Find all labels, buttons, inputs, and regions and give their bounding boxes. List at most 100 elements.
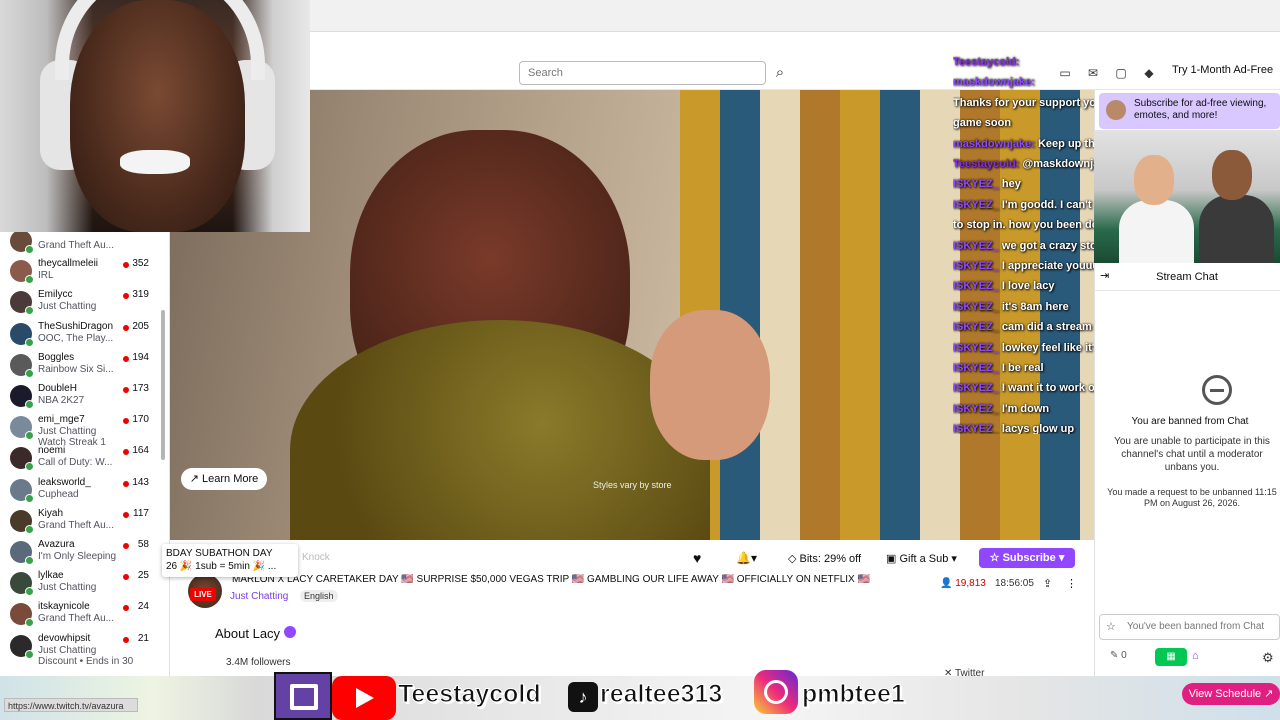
sidebar-channel[interactable]: Emilycc Just Chatting 319 — [0, 287, 165, 318]
chat-username: ISKYEZ_ — [953, 423, 999, 434]
live-dot-icon — [25, 649, 34, 659]
live-dot-icon — [25, 337, 34, 347]
chat-message: I'm goodd. I can't stay long today, but … — [1001, 198, 1103, 211]
chat-line: ISKYEZ_ I'm down — [953, 403, 1103, 416]
channel-viewers: 21 — [137, 632, 149, 644]
live-dot-icon — [25, 493, 34, 503]
ad-free-button[interactable]: Try 1-Month Ad-Free — [1172, 64, 1273, 76]
chat-username: ISKYEZ_ — [953, 178, 999, 191]
knock-label: Knock — [302, 552, 330, 563]
collapse-chat-icon[interactable]: ⇥ — [1100, 269, 1109, 282]
sidebar-channel[interactable]: theycallmeleii IRL 352 — [0, 256, 165, 287]
star-icon[interactable]: ☆ — [1106, 620, 1116, 633]
chat-message: I be real — [1001, 362, 1044, 374]
channel-game: NBA 2K27 — [38, 395, 85, 406]
channel-points[interactable]: ✎ 0 — [1110, 650, 1127, 661]
youtube-handle: Teestaycold — [398, 680, 542, 709]
banned-icon — [1202, 375, 1232, 405]
channel-viewers: 205 — [132, 320, 149, 332]
live-dot-icon — [25, 462, 34, 472]
chat-message: it's 8am here — [1001, 300, 1069, 313]
video-person-shirt — [290, 320, 710, 540]
sidebar-channel[interactable]: DoubleH NBA 2K27 173 — [0, 381, 165, 412]
sidebar-channel[interactable]: leaksworld_ Cuphead 143 — [0, 475, 165, 506]
sidebar-channel[interactable]: Grand Theft Au... — [0, 232, 165, 257]
stream-chat-header: Stream Chat — [1094, 263, 1280, 291]
banned-title: You are banned from Chat — [1131, 416, 1249, 427]
gift-icon[interactable]: ⌂ — [1192, 650, 1199, 662]
chat-username: ISKYEZ_ — [953, 382, 999, 395]
share-icon[interactable]: ⇪ — [1043, 577, 1052, 590]
sidebar-channel[interactable]: noemi Call of Duty: W... 164 — [0, 443, 165, 474]
notifications-icon[interactable]: ▢ — [1112, 64, 1130, 82]
ad-disclaimer: Styles vary by store — [593, 480, 672, 490]
banned-description: You are unable to participate in this ch… — [1114, 436, 1270, 473]
sidebar-channel[interactable]: Boggles Rainbow Six Si... 194 — [0, 350, 165, 381]
channel-viewers: 143 — [132, 476, 149, 488]
sidebar-channel[interactable]: Avazura I'm Only Sleeping 58 — [0, 537, 165, 568]
channel-game: Just Chatting — [38, 301, 97, 313]
language-tag[interactable]: English — [300, 590, 338, 602]
channel-avatar — [10, 572, 34, 597]
uptime: 18:56:05 — [995, 578, 1034, 589]
channel-name: noemi — [38, 445, 66, 457]
chat-input[interactable]: You've been banned from Chat — [1099, 614, 1280, 640]
crown-icon[interactable]: ◆ — [1140, 64, 1158, 82]
more-options-icon[interactable]: ⋮ — [1066, 577, 1077, 590]
chat-line: ISKYEZ_ I appreciate youuu — [953, 260, 1103, 273]
sidebar-channel[interactable]: lylkae Just Chatting 25 — [0, 568, 165, 599]
channel-game: Grand Theft Au... — [38, 519, 114, 531]
live-dot-icon — [25, 587, 34, 597]
chat-message: I want it to work out for him so bad — [1001, 382, 1103, 395]
channel-name: Boggles — [38, 351, 75, 363]
chat-message: lacys glow up — [1001, 423, 1075, 434]
sidebar-channel[interactable]: emi_mge7 Just Chatting 170 Watch Streak 1 — [0, 412, 165, 448]
view-schedule-button[interactable]: View Schedule ↗ — [1182, 683, 1280, 705]
gift-sub-button[interactable]: ▣ Gift a Sub ▾ — [886, 552, 957, 565]
channel-avatar — [10, 603, 34, 628]
follow-heart-icon[interactable]: ♥ — [693, 550, 701, 566]
subscribe-button[interactable]: ☆ Subscribe ▾ — [979, 548, 1075, 568]
sidebar-channel[interactable]: itskaynicole Grand Theft Au... 24 — [0, 599, 165, 630]
channel-avatar — [10, 385, 34, 409]
channel-name: emi_mge7 — [38, 414, 85, 426]
search-input[interactable]: Search — [519, 61, 766, 85]
streamer-webcam — [0, 0, 310, 232]
bits-button[interactable]: ◇ Bits: 29% off — [788, 552, 861, 565]
learn-more-button[interactable]: ↗ Learn More — [181, 468, 267, 490]
channel-viewers: 117 — [133, 507, 149, 519]
sidebar-channel[interactable]: devowhipsit Just Chatting 21 Discount • End… — [0, 631, 165, 667]
instagram-logo-icon — [754, 670, 798, 714]
chat-line: ISKYEZ_ hey — [953, 178, 1103, 191]
stream-category-link[interactable]: Just Chatting — [230, 591, 288, 602]
chat-line: ISKYEZ_ I'm goodd. I can't stay long tod… — [953, 199, 1103, 212]
twitch-top-nav — [310, 32, 1280, 90]
calendar-icon[interactable]: ▦ — [1155, 648, 1187, 666]
sidebar-scrollbar[interactable] — [161, 310, 165, 460]
channel-name: DoubleH — [38, 383, 77, 394]
chat-message: game soon — [953, 117, 1012, 130]
followed-channels-sidebar: Grand Theft Au... theycallmeleii IRL 352 Emi… — [0, 232, 170, 678]
channel-name: itskaynicole — [38, 601, 90, 613]
channel-name: lylkae — [38, 570, 64, 582]
channel-viewers: 319 — [132, 289, 149, 301]
chat-username: ISKYEZ_ — [953, 362, 999, 374]
search-icon[interactable]: ⌕ — [768, 61, 792, 85]
unban-request-text: You made a request to be unbanned 11:15 … — [1107, 487, 1277, 508]
notification-bell-icon[interactable]: 🔔▾ — [736, 551, 757, 565]
live-indicator-icon — [123, 636, 129, 643]
sidebar-channel[interactable]: TheSushiDragon OOC, The Play... 205 — [0, 319, 165, 350]
live-dot-icon — [25, 245, 34, 254]
channel-points-value: 0 — [1121, 650, 1127, 661]
hype-popup[interactable]: BDAY SUBATHON DAY 26 🎉 1sub = 5min 🎉 ... — [162, 544, 298, 577]
live-indicator-icon — [123, 480, 129, 487]
live-dot-icon — [25, 306, 34, 316]
channel-viewers: 164 — [132, 445, 149, 457]
channel-viewers: 352 — [132, 258, 149, 270]
channel-game: Call of Duty: W... — [38, 457, 113, 469]
gear-icon[interactable]: ⚙ — [1262, 650, 1274, 666]
chat-line: ISKYEZ_ I love lacy — [953, 280, 1103, 293]
sidebar-channel[interactable]: Kiyah Grand Theft Au... 117 — [0, 506, 165, 537]
channel-avatar — [10, 541, 34, 565]
live-dot-icon — [25, 524, 34, 534]
